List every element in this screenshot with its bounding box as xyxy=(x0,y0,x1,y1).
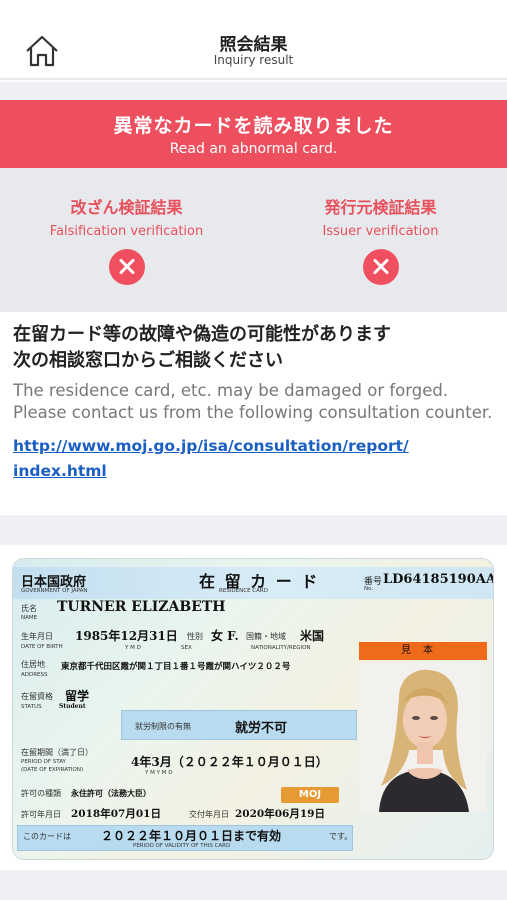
consultation-link[interactable]: http://www.moj.go.jp/isa/consultation/re… xyxy=(13,434,493,484)
card-image-section: 日本国政府 GOVERNMENT OF JAPAN 在 留 カ ー ド RESI… xyxy=(0,545,507,870)
validity-label-en: PERIOD OF VALIDITY OF THIS CARD xyxy=(133,843,231,849)
consultation-link-line2: index.html xyxy=(13,462,107,480)
issuer-result: 発行元検証結果 Issuer verification xyxy=(254,194,507,285)
message-jp-line1: 在留カード等の故障や偽造の可能性があります xyxy=(13,324,391,345)
card-work-restriction: 就労不可 xyxy=(235,721,288,736)
period-label-en1: PERIOD OF STAY xyxy=(21,759,66,765)
card-title-en: RESIDENCE CARD xyxy=(219,588,268,594)
work-restriction-label: 就労制限の有無 xyxy=(135,722,191,731)
card-address: 東京都千代田区霞が関１丁目１番１号霞が関ハイツ２０２号 xyxy=(61,662,291,672)
permit-kind-label: 許可の種類 xyxy=(21,789,61,798)
header-bar: 照会結果 Inquiry result xyxy=(0,0,507,80)
card-issuer-en: GOVERNMENT OF JAPAN xyxy=(21,588,88,594)
period-label-en2: (DATE OF EXPIRATION) xyxy=(21,767,84,773)
alert-title: 異常なカードを読み取りました xyxy=(113,115,394,137)
page-title: 照会結果 xyxy=(219,35,288,55)
x-circle-icon xyxy=(362,249,399,285)
falsification-result: 改ざん検証結果 Falsification verification xyxy=(0,194,253,285)
card-permit-date: 2018年07月01日 xyxy=(71,808,161,820)
moj-hologram: MOJ xyxy=(281,787,339,803)
card-sex: 女 F. xyxy=(211,629,239,643)
page-subtitle: Inquiry result xyxy=(213,53,294,67)
message-jp-line2: 次の相談窓口からご相談ください xyxy=(13,350,283,371)
section-gap xyxy=(0,515,507,545)
holder-photo-graphic xyxy=(359,662,487,812)
falsification-title: 改ざん検証結果 xyxy=(70,198,183,217)
abnormal-card-alert: 異常なカードを読み取りました Read an abnormal card. xyxy=(0,100,507,168)
section-gap xyxy=(0,870,507,900)
residence-card-image: 日本国政府 GOVERNMENT OF JAPAN 在 留 カ ー ド RESI… xyxy=(12,558,494,860)
card-issue-date: 2020年06月19日 xyxy=(235,808,325,820)
consultation-link-line1: http://www.moj.go.jp/isa/consultation/re… xyxy=(13,437,409,455)
nationality-label-en: NATIONALITY/REGION xyxy=(251,645,311,651)
section-gap xyxy=(0,82,507,100)
name-label-en: NAME xyxy=(21,615,38,621)
verification-results: 改ざん検証結果 Falsification verification 発行元検証… xyxy=(0,168,507,312)
nationality-label: 国籍・地域 xyxy=(246,632,286,641)
card-permit-kind: 永住許可（法務大臣） xyxy=(71,788,151,798)
sex-label: 性別 xyxy=(187,632,203,641)
message-en: The residence card, etc. may be damaged … xyxy=(13,381,493,422)
permit-date-label: 許可年月日 xyxy=(21,810,61,819)
card-validity: ２０２２年１０月０１日まで有効 xyxy=(101,829,282,843)
issuer-title: 発行元検証結果 xyxy=(324,198,437,217)
card-name: TURNER ELIZABETH xyxy=(57,599,226,615)
card-dob: 1985年12月31日 xyxy=(75,629,178,643)
dob-label-en: DATE OF BIRTH xyxy=(21,644,63,650)
status-label: 在留資格 xyxy=(21,692,53,701)
validity-prefix: このカードは xyxy=(23,832,71,841)
x-circle-icon xyxy=(108,249,145,285)
address-label-en: ADDRESS xyxy=(21,672,48,678)
name-label: 氏名 xyxy=(21,604,37,613)
period-label: 在留期間（満了日） xyxy=(21,748,93,757)
card-status: 留学 xyxy=(65,689,90,703)
card-number-label-en: No. xyxy=(364,586,374,592)
card-period: 4年3月（２０２２年１０月０１日） xyxy=(131,755,328,769)
address-label: 住居地 xyxy=(21,660,45,669)
dob-label: 生年月日 xyxy=(21,632,53,641)
card-nationality: 米国 xyxy=(300,629,325,643)
card-status-en: Student xyxy=(59,703,86,710)
sex-label-en: SEX xyxy=(181,645,192,651)
alert-subtitle: Read an abnormal card. xyxy=(169,141,338,157)
issue-date-label: 交付年月日 xyxy=(189,810,229,819)
holder-photo xyxy=(359,662,487,812)
validity-suffix: です。 xyxy=(329,832,353,841)
period-ymd: Y M Y M D xyxy=(145,770,173,776)
status-label-en: STATUS xyxy=(21,704,42,710)
issuer-subtitle: Issuer verification xyxy=(322,224,439,239)
card-number: LD64185190AA xyxy=(383,572,494,587)
falsification-subtitle: Falsification verification xyxy=(49,224,204,239)
consultation-message: 在留カード等の故障や偽造の可能性があります 次の相談窓口からご相談ください Th… xyxy=(0,312,507,515)
dob-ymd: Y M D xyxy=(125,645,141,651)
sample-tag: 見本 xyxy=(359,642,487,660)
